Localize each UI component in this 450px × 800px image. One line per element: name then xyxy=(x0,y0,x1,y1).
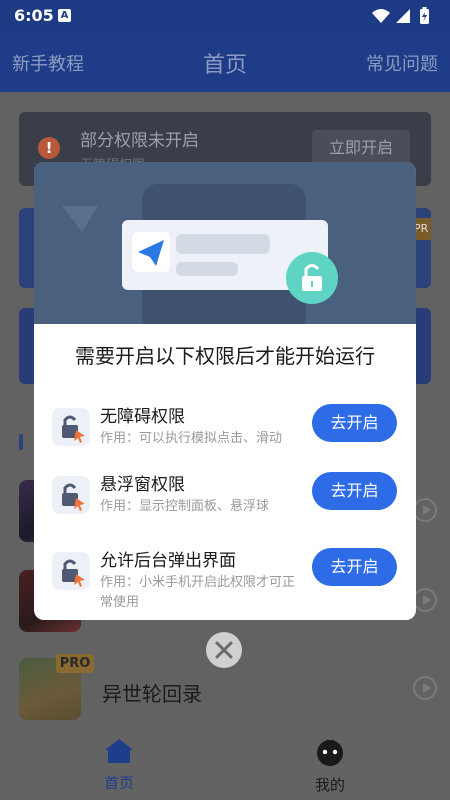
nav-home[interactable]: 首页 xyxy=(59,738,179,793)
nav-home-label: 首页 xyxy=(103,774,134,792)
close-icon xyxy=(215,641,233,659)
permission-desc: 作用：可以执行模拟点击、滑动 xyxy=(100,431,283,446)
notification-a-icon: A xyxy=(58,9,71,22)
permission-title: 允许后台弹出界面 xyxy=(100,551,236,571)
nav-mine-label: 我的 xyxy=(314,776,345,794)
wifi-icon xyxy=(372,9,390,23)
play-icon[interactable] xyxy=(413,676,437,700)
phone-notification-illustration xyxy=(62,184,338,334)
permission-item-background-popup: 允许后台弹出界面 作用：小米手机开启此权限才可正常使用 去开启 xyxy=(34,546,416,616)
lock-icon xyxy=(52,552,90,590)
pro-badge: PRO xyxy=(56,654,94,673)
battery-icon xyxy=(420,7,429,24)
play-icon[interactable] xyxy=(413,498,437,522)
permission-title: 无障碍权限 xyxy=(100,407,185,427)
permission-dialog: 需要开启以下权限后才能开始运行 无障碍权限 作用：可以执行模拟点击、滑动 去开启… xyxy=(34,162,416,620)
lock-icon xyxy=(52,408,90,446)
enable-background-popup-button[interactable]: 去开启 xyxy=(312,548,397,586)
close-dialog-button[interactable] xyxy=(206,632,242,668)
bottom-nav: 首页 我的 xyxy=(0,730,450,800)
status-time: 6:05 xyxy=(14,6,54,25)
dialog-title: 需要开启以下权限后才能开始运行 xyxy=(75,344,375,368)
section-marker xyxy=(19,434,23,450)
signal-icon xyxy=(396,9,410,23)
permission-desc: 作用：小米手机开启此权限才可正常使用 xyxy=(100,575,296,610)
enable-overlay-button[interactable]: 去开启 xyxy=(312,472,397,510)
permission-title: 悬浮窗权限 xyxy=(100,475,185,495)
status-bar: 6:05 A xyxy=(0,0,450,32)
profile-icon xyxy=(317,739,343,766)
lock-icon xyxy=(52,476,90,514)
app-header: 新手教程 首页 常见问题 xyxy=(0,32,450,92)
home-icon xyxy=(105,739,133,763)
warning-icon: ! xyxy=(38,137,60,159)
permission-item-overlay: 悬浮窗权限 作用：显示控制面板、悬浮球 去开启 xyxy=(34,470,416,540)
permission-desc: 作用：显示控制面板、悬浮球 xyxy=(100,499,270,514)
faq-link[interactable]: 常见问题 xyxy=(366,50,438,76)
enable-accessibility-button[interactable]: 去开启 xyxy=(312,404,397,442)
pro-tag-label: PRO xyxy=(414,222,428,235)
permission-banner-text: 部分权限未开启 xyxy=(80,131,199,151)
play-icon[interactable] xyxy=(413,588,437,612)
nav-mine[interactable]: 我的 xyxy=(270,738,390,795)
system-status-icons xyxy=(372,7,429,24)
dialog-illustration xyxy=(34,162,416,334)
permission-item-accessibility: 无障碍权限 作用：可以执行模拟点击、滑动 去开启 xyxy=(34,402,416,472)
game-name: 异世轮回录 xyxy=(102,682,202,706)
enable-now-button[interactable]: 立即开启 xyxy=(312,130,410,166)
